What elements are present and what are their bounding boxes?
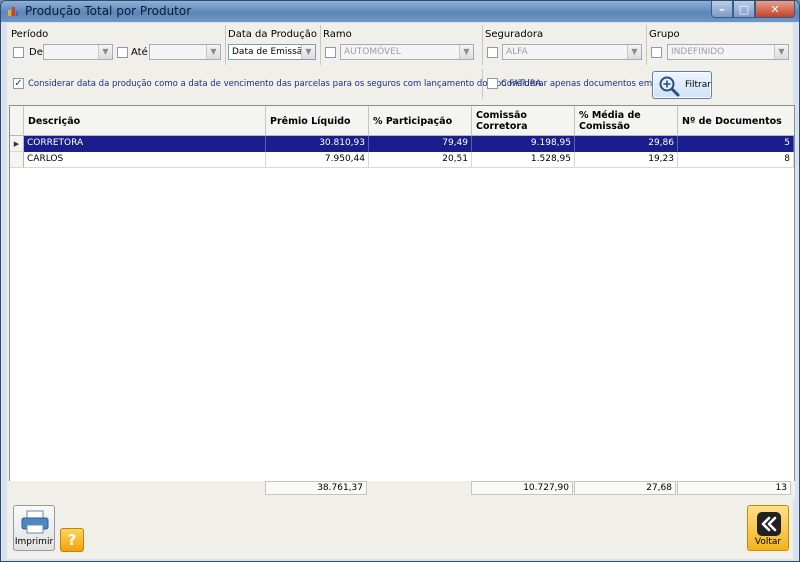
imprimir-button[interactable]: Imprimir bbox=[13, 505, 55, 551]
cell-participacao: 20,51 bbox=[369, 152, 472, 168]
double-chevron-left-icon bbox=[757, 512, 781, 536]
cell-premio: 7.950,44 bbox=[266, 152, 369, 168]
col-header-label: Nº de Documentos bbox=[682, 116, 782, 127]
maximize-icon: □ bbox=[738, 2, 750, 16]
voltar-button[interactable]: Voltar bbox=[747, 505, 789, 551]
ramo-checkbox[interactable] bbox=[325, 47, 336, 58]
cell-comissao: 1.528,95 bbox=[472, 152, 575, 168]
considerar-fatura-label: Considerar data da produção como a data … bbox=[28, 79, 544, 89]
col-header-label: % Média de bbox=[579, 110, 641, 121]
col-header-label: Comissão bbox=[476, 110, 527, 121]
chevron-down-icon: ▼ bbox=[774, 45, 788, 59]
col-header-participacao[interactable]: % Participação bbox=[369, 106, 472, 136]
magnifier-plus-icon bbox=[659, 76, 680, 97]
de-date-combo[interactable]: ▼ bbox=[43, 44, 113, 60]
divider bbox=[225, 25, 226, 65]
data-producao-value: Data de Emissão bbox=[232, 47, 308, 57]
total-premio: 38.761,37 bbox=[265, 481, 367, 495]
window-title: Produção Total por Produtor bbox=[25, 4, 192, 18]
col-header-label: Corretora bbox=[476, 121, 528, 132]
table-row[interactable]: CARLOS 7.950,44 20,51 1.528,95 19,23 8 bbox=[10, 152, 794, 168]
col-header-label: % Participação bbox=[373, 116, 453, 127]
filtrar-label: Filtrar bbox=[685, 80, 711, 90]
cell-documentos: 5 bbox=[678, 136, 794, 152]
chevron-down-icon: ▼ bbox=[206, 45, 220, 59]
title-bar: Produção Total por Produtor – □ ✕ bbox=[1, 1, 799, 22]
total-media: 27,68 bbox=[574, 481, 676, 495]
ate-checkbox[interactable] bbox=[117, 47, 128, 58]
row-header-corner bbox=[10, 106, 24, 136]
cell-comissao: 9.198,95 bbox=[472, 136, 575, 152]
considerar-fatura-checkbox[interactable]: ✓ bbox=[13, 78, 24, 89]
ramo-value: AUTOMÓVEL bbox=[344, 47, 401, 57]
divider bbox=[482, 25, 483, 65]
data-producao-select[interactable]: Data de Emissão ▼ bbox=[228, 44, 316, 60]
printer-icon bbox=[21, 510, 49, 534]
results-grid[interactable]: Descrição Prêmio Líquido % Participação … bbox=[9, 105, 795, 497]
col-header-label: Prêmio Líquido bbox=[270, 116, 351, 127]
close-button[interactable]: ✕ bbox=[755, 1, 795, 18]
grupo-value: INDEFINIDO bbox=[671, 47, 725, 57]
filter-panel: Período De ▼ Até ▼ Data da Produção Data… bbox=[7, 23, 793, 103]
maximize-button[interactable]: □ bbox=[733, 1, 755, 18]
voltar-label: Voltar bbox=[754, 537, 782, 547]
col-header-descricao[interactable]: Descrição bbox=[24, 106, 266, 136]
seguradora-checkbox[interactable] bbox=[487, 47, 498, 58]
row-indicator-icon: ▶ bbox=[10, 136, 24, 152]
cell-documentos: 8 bbox=[678, 152, 794, 168]
client-area: Período De ▼ Até ▼ Data da Produção Data… bbox=[7, 23, 795, 559]
app-icon bbox=[8, 7, 18, 16]
app-window: Produção Total por Produtor – □ ✕ Períod… bbox=[0, 0, 800, 562]
data-producao-label: Data da Produção bbox=[228, 29, 318, 40]
divider bbox=[320, 25, 321, 65]
col-header-media[interactable]: % Média de Comissão bbox=[575, 106, 678, 136]
chevron-down-icon: ▼ bbox=[459, 45, 473, 59]
close-icon: ✕ bbox=[770, 2, 780, 16]
col-header-label: Descrição bbox=[28, 116, 81, 127]
total-documentos: 13 bbox=[677, 481, 791, 495]
table-row[interactable]: ▶ CORRETORA 30.810,93 79,49 9.198,95 29,… bbox=[10, 136, 794, 152]
question-icon: ? bbox=[67, 531, 77, 549]
col-header-comissao[interactable]: Comissão Corretora bbox=[472, 106, 575, 136]
ramo-label: Ramo bbox=[323, 29, 352, 40]
ate-label: Até bbox=[131, 47, 148, 58]
divider bbox=[482, 69, 483, 99]
seguradora-select[interactable]: ALFA ▼ bbox=[502, 44, 642, 60]
de-label: De bbox=[29, 47, 43, 58]
seguradora-label: Seguradora bbox=[485, 29, 544, 40]
total-comissao: 10.727,90 bbox=[471, 481, 573, 495]
apenas-emitidos-label: Considerar apenas documentos emitidos bbox=[501, 79, 676, 89]
ate-date-combo[interactable]: ▼ bbox=[149, 44, 221, 60]
row-indicator bbox=[10, 152, 24, 168]
minimize-icon: – bbox=[719, 2, 725, 16]
col-header-documentos[interactable]: Nº de Documentos bbox=[678, 106, 794, 136]
apenas-emitidos-checkbox[interactable] bbox=[487, 78, 498, 89]
imprimir-label: Imprimir bbox=[14, 537, 54, 547]
filtrar-button[interactable]: Filtrar bbox=[652, 71, 712, 99]
help-button[interactable]: ? bbox=[60, 528, 84, 552]
grupo-checkbox[interactable] bbox=[651, 47, 662, 58]
seguradora-value: ALFA bbox=[506, 47, 528, 57]
chevron-down-icon: ▼ bbox=[627, 45, 641, 59]
cell-media: 29,86 bbox=[575, 136, 678, 152]
cell-media: 19,23 bbox=[575, 152, 678, 168]
cell-premio: 30.810,93 bbox=[266, 136, 369, 152]
divider bbox=[646, 25, 647, 65]
grid-header: Descrição Prêmio Líquido % Participação … bbox=[10, 106, 794, 136]
col-header-label: Comissão bbox=[579, 121, 630, 132]
totals-row: 38.761,37 10.727,90 27,68 13 bbox=[9, 481, 795, 499]
chevron-down-icon: ▼ bbox=[98, 45, 112, 59]
grupo-label: Grupo bbox=[649, 29, 680, 40]
cell-participacao: 79,49 bbox=[369, 136, 472, 152]
periodo-label: Período bbox=[11, 29, 49, 40]
minimize-button[interactable]: – bbox=[711, 1, 733, 18]
col-header-premio[interactable]: Prêmio Líquido bbox=[266, 106, 369, 136]
cell-descricao: CARLOS bbox=[24, 152, 266, 168]
chevron-down-icon: ▼ bbox=[301, 45, 315, 59]
de-checkbox[interactable] bbox=[13, 47, 24, 58]
grupo-select[interactable]: INDEFINIDO ▼ bbox=[667, 44, 789, 60]
cell-descricao: CORRETORA bbox=[24, 136, 266, 152]
ramo-select[interactable]: AUTOMÓVEL ▼ bbox=[340, 44, 474, 60]
